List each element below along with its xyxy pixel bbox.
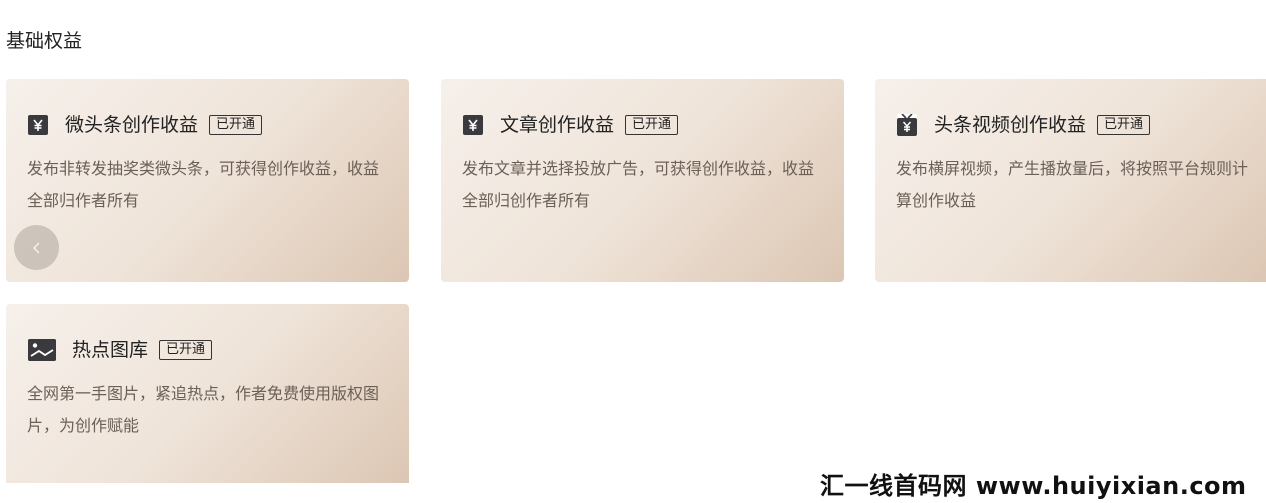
card-description: 发布非转发抽奖类微头条，可获得创作收益，收益全部归作者所有: [27, 159, 380, 210]
image-icon: [28, 339, 56, 361]
card-header: 文章创作收益 已开通: [463, 111, 679, 139]
yuan-icon: [463, 115, 483, 135]
status-badge: 已开通: [1097, 115, 1151, 135]
status-badge: 已开通: [209, 115, 263, 135]
card-video-revenue[interactable]: 头条视频创作收益 已开通 发布横屏视频，产生播放量后，将按照平台规则计算创作收益: [875, 79, 1266, 282]
status-badge: 已开通: [625, 115, 679, 135]
card-title: 文章创作收益: [500, 114, 615, 136]
card-description: 发布横屏视频，产生播放量后，将按照平台规则计算创作收益: [896, 159, 1249, 210]
card-title: 热点图库: [72, 339, 149, 361]
watermark-text: 汇一线首码网 www.huiyixian.com: [820, 472, 1247, 500]
card-description: 全网第一手图片，紧追热点，作者免费使用版权图片，为创作赋能: [27, 384, 380, 435]
chevron-left-icon: [32, 242, 39, 253]
card-header: 热点图库 已开通: [28, 336, 213, 364]
section-title: 基础权益: [6, 30, 83, 52]
card-hot-gallery[interactable]: 热点图库 已开通 全网第一手图片，紧追热点，作者免费使用版权图片，为创作赋能: [6, 304, 409, 483]
card-header: 头条视频创作收益 已开通: [897, 111, 1151, 139]
card-header: 微头条创作收益 已开通: [28, 111, 263, 139]
card-description: 发布文章并选择投放广告，可获得创作收益，收益全部归创作者所有: [462, 159, 815, 210]
carousel-prev-button[interactable]: [14, 225, 59, 270]
tv-yuan-icon: [897, 114, 917, 136]
card-title: 微头条创作收益: [65, 114, 199, 136]
card-micro-headline-revenue[interactable]: 微头条创作收益 已开通 发布非转发抽奖类微头条，可获得创作收益，收益全部归作者所…: [6, 79, 409, 282]
card-title: 头条视频创作收益: [934, 114, 1087, 136]
yuan-icon: [28, 115, 48, 135]
card-article-revenue[interactable]: 文章创作收益 已开通 发布文章并选择投放广告，可获得创作收益，收益全部归创作者所…: [441, 79, 844, 282]
status-badge: 已开通: [159, 340, 213, 360]
